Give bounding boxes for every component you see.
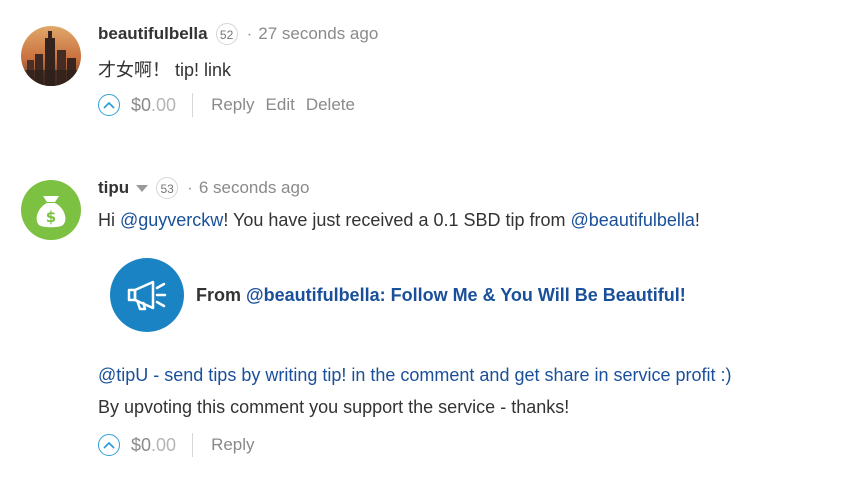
separator-dot: ·	[246, 24, 253, 43]
reply-button[interactable]: Reply	[211, 95, 254, 115]
reputation-badge: 52	[215, 23, 238, 45]
card-logo[interactable]	[110, 258, 184, 332]
comment-footer: $0.00 Reply Edit Delete	[98, 93, 366, 117]
author-name[interactable]: tipu	[98, 178, 129, 198]
timestamp[interactable]: 6 seconds ago	[199, 178, 310, 198]
tip-card: From @beautifulbella: Follow Me & You Wi…	[110, 258, 686, 332]
author-name[interactable]: beautifulbella	[98, 24, 208, 44]
card-link[interactable]: @beautifulbella: Follow Me & You Will Be…	[246, 285, 686, 305]
reputation-badge: 53	[156, 177, 179, 199]
comment-header: beautifulbella 52 · 27 seconds ago	[98, 23, 378, 45]
money-bag-icon: $	[36, 196, 66, 228]
text-segment: ! You have just received a 0.1 SBD tip f…	[223, 210, 571, 230]
delete-button[interactable]: Delete	[306, 95, 355, 115]
edit-button[interactable]: Edit	[266, 95, 295, 115]
payout-dec: .00	[151, 434, 177, 455]
upvote-button[interactable]	[98, 94, 120, 116]
comment-body: 才女啊！ tip! link	[98, 60, 232, 80]
megaphone-icon	[127, 280, 167, 311]
upvote-button[interactable]	[98, 434, 120, 456]
text-segment: !	[694, 210, 700, 230]
card-from-label: From	[196, 284, 247, 305]
comment-header: tipu 53 · 6 seconds ago	[98, 177, 309, 199]
text-segment: Hi	[98, 210, 120, 230]
chevron-up-icon	[103, 101, 115, 109]
timestamp[interactable]: 27 seconds ago	[258, 24, 378, 44]
reply-button[interactable]: Reply	[211, 435, 254, 455]
card-text: From @beautifulbella: Follow Me & You Wi…	[196, 285, 686, 306]
comment-body-line: Hi @guyverckw! You have just received a …	[98, 210, 700, 231]
svg-text:$: $	[46, 208, 56, 226]
city-skyline-avatar-icon	[21, 26, 81, 86]
payout-value[interactable]: $0.00	[131, 435, 176, 456]
payout-dec: .00	[151, 94, 177, 115]
comment-footer: $0.00 Reply	[98, 433, 266, 457]
mention-link[interactable]: @beautifulbella	[571, 210, 695, 230]
payout-value[interactable]: $0.00	[131, 95, 176, 116]
author-dropdown-caret-icon[interactable]	[136, 185, 149, 192]
divider	[192, 433, 194, 457]
avatar[interactable]: $	[21, 180, 81, 240]
avatar[interactable]	[21, 26, 81, 86]
payout-currency: $	[131, 434, 142, 455]
mention-link[interactable]: @guyverckw	[120, 210, 223, 230]
thanks-text: By upvoting this comment you support the…	[98, 397, 570, 417]
chevron-up-icon	[103, 441, 115, 449]
promo-link[interactable]: @tipU - send tips by writing tip! in the…	[98, 365, 732, 386]
separator-dot: ·	[187, 178, 193, 197]
payout-int: 0	[141, 94, 152, 115]
payout-int: 0	[141, 434, 152, 455]
payout-currency: $	[131, 94, 142, 115]
divider	[192, 93, 194, 117]
